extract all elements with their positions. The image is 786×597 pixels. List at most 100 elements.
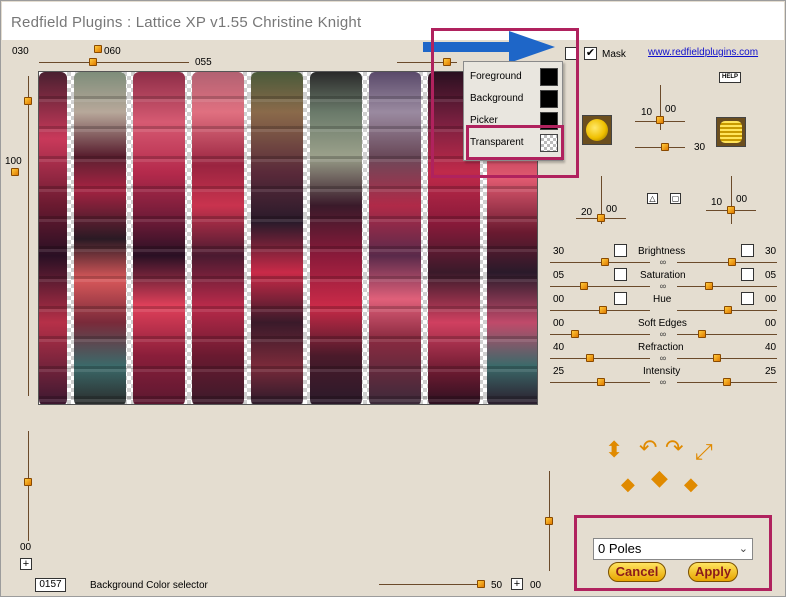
chevron-down-icon: ⌄	[738, 543, 748, 555]
rotate-right-icon[interactable]: ↷	[665, 437, 683, 459]
zoom-value: 50	[491, 580, 503, 591]
top-slider-mid-value: 055	[195, 57, 212, 68]
square-icon[interactable]: ▢	[670, 193, 681, 204]
cancel-button[interactable]: Cancel	[608, 562, 666, 582]
light-lower-knob[interactable]	[661, 143, 669, 151]
brightness-left-knob[interactable]	[601, 258, 609, 266]
rotate-left-icon[interactable]: ↶	[639, 437, 657, 459]
brightness-left-value: 30	[553, 246, 565, 257]
saturation-left-track[interactable]	[550, 286, 650, 287]
light-sphere-icon[interactable]	[582, 115, 612, 145]
brightness-right-knob[interactable]	[728, 258, 736, 266]
hue-left-knob[interactable]	[599, 306, 607, 314]
soft-edges-left-knob[interactable]	[571, 330, 579, 338]
left-slider-knob-a[interactable]	[24, 97, 32, 105]
brightness-left-checkbox[interactable]	[614, 244, 627, 257]
soft-edges-right-knob[interactable]	[698, 330, 706, 338]
brightness-right-checkbox[interactable]	[741, 244, 754, 257]
apply-button[interactable]: Apply	[688, 562, 738, 582]
intensity-link-icon[interactable]: ∞	[657, 378, 669, 387]
refraction-right-track[interactable]	[677, 358, 777, 359]
saturation-right-track[interactable]	[677, 286, 777, 287]
light-top-value: 10	[641, 107, 653, 118]
soft-edges-link-icon[interactable]: ∞	[657, 330, 669, 339]
lattice-window: Redfield Plugins : Lattice XP v1.55 Chri…	[0, 0, 786, 597]
saturation-right-checkbox[interactable]	[741, 268, 754, 281]
soft-edges-right-track[interactable]	[677, 334, 777, 335]
angle-right-vtrack[interactable]	[731, 176, 732, 224]
left-slider-track[interactable]	[28, 76, 29, 396]
left-slider-knob-lower[interactable]	[24, 478, 32, 486]
left-slider-knob-b[interactable]	[11, 168, 19, 176]
refraction-left-knob[interactable]	[586, 354, 594, 362]
soft-edges-right-value: 00	[765, 318, 777, 329]
saturation-left-value: 05	[553, 270, 565, 281]
triangle-icon[interactable]: △	[647, 193, 658, 204]
light-top-right-value: 00	[665, 104, 677, 115]
top-left-value: 030	[12, 46, 29, 57]
soft-edges-left-track[interactable]	[550, 334, 650, 335]
intensity-left-value: 25	[553, 366, 565, 377]
saturation-left-knob[interactable]	[580, 282, 588, 290]
brightness-label: Brightness	[638, 246, 686, 257]
refraction-right-knob[interactable]	[713, 354, 721, 362]
hue-label: Hue	[653, 294, 672, 305]
hue-right-value: 00	[765, 294, 777, 305]
saturation-right-knob[interactable]	[705, 282, 713, 290]
hue-right-checkbox[interactable]	[741, 292, 754, 305]
brightness-right-track[interactable]	[677, 262, 777, 263]
flip-vertical-icon[interactable]: ⬍	[605, 439, 623, 461]
zoom-slider-track[interactable]	[379, 584, 483, 585]
refraction-left-track[interactable]	[550, 358, 650, 359]
right-vslider-knob[interactable]	[545, 517, 553, 525]
zoom-slider-knob[interactable]	[477, 580, 485, 588]
angle-right-value-a: 10	[711, 197, 723, 208]
left-slider-track-lower[interactable]	[28, 431, 29, 541]
top-slider-knob-a[interactable]	[94, 45, 102, 53]
brightness-right-value: 30	[765, 246, 777, 257]
redfield-link[interactable]: www.redfieldplugins.com	[648, 47, 758, 58]
saturation-right-value: 05	[765, 270, 777, 281]
top-slider-value: 060	[104, 46, 121, 57]
hue-right-knob[interactable]	[724, 306, 732, 314]
soft-edges-left-value: 00	[553, 318, 565, 329]
light-slider-knob[interactable]	[656, 116, 664, 124]
brightness-link-icon[interactable]: ∞	[657, 258, 669, 267]
zoom-plus-button[interactable]: +	[511, 578, 523, 590]
left-zoom-plus-button[interactable]: +	[20, 558, 32, 570]
angle-right-value-b: 00	[736, 194, 748, 205]
resize-icon[interactable]: ⤢	[695, 441, 713, 463]
hue-left-value: 00	[553, 294, 565, 305]
intensity-right-value: 25	[765, 366, 777, 377]
refraction-link-icon[interactable]: ∞	[657, 354, 669, 363]
angle-left-knob[interactable]	[597, 214, 605, 222]
saturation-left-checkbox[interactable]	[614, 268, 627, 281]
intensity-right-knob[interactable]	[723, 378, 731, 386]
saturation-link-icon[interactable]: ∞	[657, 282, 669, 291]
window-title: Redfield Plugins : Lattice XP v1.55 Chri…	[11, 14, 362, 31]
status-counter: 0157	[35, 578, 66, 592]
light-cube-icon[interactable]	[716, 117, 746, 147]
highlight-box-transparent	[466, 125, 564, 160]
intensity-left-knob[interactable]	[597, 378, 605, 386]
hue-left-checkbox[interactable]	[614, 292, 627, 305]
light-lower-track[interactable]	[635, 147, 685, 148]
left-slider-top-label: 100	[5, 156, 22, 167]
top-slider-knob-b[interactable]	[89, 58, 97, 66]
status-message: Background Color selector	[90, 580, 208, 591]
preset-select[interactable]: 0 Poles ⌄	[593, 538, 753, 560]
help-button[interactable]: HELP	[719, 72, 741, 83]
top-slider-track[interactable]	[39, 62, 189, 63]
dice-small-left-icon[interactable]: ◆	[621, 473, 635, 495]
title-bar: Redfield Plugins : Lattice XP v1.55 Chri…	[2, 2, 784, 40]
dice-small-right-icon[interactable]: ◆	[684, 473, 698, 495]
mask-checkbox[interactable]: ✔	[584, 47, 597, 60]
soft-edges-label: Soft Edges	[638, 318, 687, 329]
brightness-left-track[interactable]	[550, 262, 650, 263]
angle-right-knob[interactable]	[727, 206, 735, 214]
dice-center-icon[interactable]: ◆	[651, 467, 668, 489]
refraction-left-value: 40	[553, 342, 565, 353]
saturation-label: Saturation	[640, 270, 686, 281]
angle-left-value-a: 20	[581, 207, 593, 218]
light-bottom-value: 30	[694, 142, 706, 153]
